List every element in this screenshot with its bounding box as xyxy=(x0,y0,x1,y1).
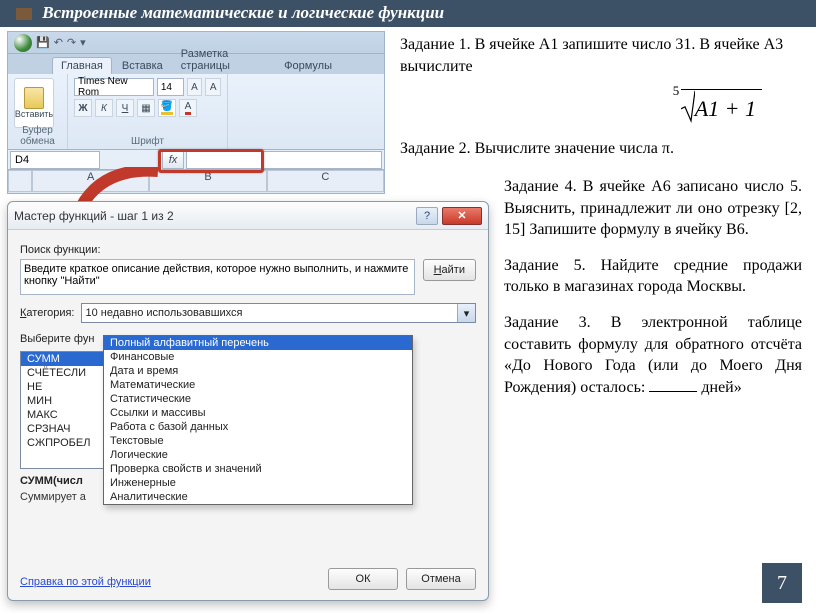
dropdown-option[interactable]: Ссылки и массивы xyxy=(104,406,412,420)
dropdown-option[interactable]: Математические xyxy=(104,378,412,392)
clipboard-caption: Буфер обмена xyxy=(8,125,67,147)
task-3b: дней» xyxy=(701,379,741,396)
help-icon[interactable]: ? xyxy=(416,207,438,225)
category-row: Категория: 10 недавно использовавшихся ▾ xyxy=(20,303,476,323)
category-label: Категория: xyxy=(20,307,75,319)
font-color-icon[interactable]: A xyxy=(179,99,197,117)
italic-icon[interactable]: К xyxy=(95,99,113,117)
dialog-title: Мастер функций - шаг 1 из 2 xyxy=(14,209,416,223)
fx-highlight-box xyxy=(158,149,264,173)
task-5: Задание 5. Найдите средние продажи тольк… xyxy=(504,255,802,298)
tab-page-layout[interactable]: Разметка страницы xyxy=(173,46,274,74)
tab-home[interactable]: Главная xyxy=(52,57,112,74)
col-a[interactable]: A xyxy=(32,170,149,192)
help-link[interactable]: Справка по этой функции xyxy=(20,576,151,588)
dropdown-option[interactable]: Логические xyxy=(104,448,412,462)
task-3: Задание 3. В электронной таблице состави… xyxy=(504,312,802,398)
task-1: Задание 1. В ячейке А1 запишите число 31… xyxy=(400,34,802,77)
dropdown-option[interactable]: Проверка свойств и значений xyxy=(104,462,412,476)
page-number: 7 xyxy=(762,563,802,603)
font-group: Times New Rom 14 A A Ж К Ч ▦ 🪣 A Шрифт xyxy=(68,74,228,149)
slide-title: Встроенные математические и логические ф… xyxy=(42,3,444,22)
office-orb-icon[interactable] xyxy=(14,34,32,52)
tasks-bottom: Задание 4. В ячейке А6 записано число 5.… xyxy=(504,176,802,412)
select-all-corner[interactable] xyxy=(8,170,32,192)
search-row: Найти xyxy=(20,259,476,295)
name-box[interactable]: D4 xyxy=(10,151,100,169)
math-formula: 5 A1 + 1 xyxy=(400,89,802,124)
undo-icon[interactable]: ↶ xyxy=(54,36,63,49)
paste-icon xyxy=(24,87,44,109)
title-decor xyxy=(16,8,32,20)
category-value: 10 недавно использовавшихся xyxy=(86,307,243,319)
fill-blank xyxy=(649,378,697,392)
search-label: Поиск функции: xyxy=(20,244,476,256)
task-2: Задание 2. Вычислите значение числа π. xyxy=(400,138,802,160)
chevron-down-icon[interactable]: ▾ xyxy=(457,304,475,322)
dropdown-option[interactable]: Финансовые xyxy=(104,350,412,364)
save-icon[interactable]: 💾 xyxy=(36,36,50,49)
border-icon[interactable]: ▦ xyxy=(137,99,155,117)
ribbon-tabs: Главная Вставка Разметка страницы Формул… xyxy=(8,54,384,74)
tasks-top: Задание 1. В ячейке А1 запишите число 31… xyxy=(400,34,802,171)
dropdown-option[interactable]: Статистические xyxy=(104,392,412,406)
cancel-button[interactable]: Отмена xyxy=(406,568,476,590)
bold-icon[interactable]: Ж xyxy=(74,99,92,117)
font-name-combo[interactable]: Times New Rom xyxy=(74,78,154,96)
tab-insert[interactable]: Вставка xyxy=(114,58,171,74)
shrink-font-icon[interactable]: A xyxy=(205,78,221,96)
dropdown-option[interactable]: Аналитические xyxy=(104,490,412,504)
excel-ribbon-screenshot: 💾 ↶ ↷ ▾ Главная Вставка Разметка страниц… xyxy=(7,31,385,194)
ok-button[interactable]: ОК xyxy=(328,568,398,590)
dialog-buttons: ОК Отмена xyxy=(328,568,476,590)
search-input[interactable] xyxy=(20,259,415,295)
dropdown-option[interactable]: Дата и время xyxy=(104,364,412,378)
dropdown-option[interactable]: Текстовые xyxy=(104,434,412,448)
category-dropdown[interactable]: Полный алфавитный перечень Финансовые Да… xyxy=(103,335,413,505)
task-4: Задание 4. В ячейке А6 записано число 5.… xyxy=(504,176,802,241)
grow-font-icon[interactable]: A xyxy=(187,78,203,96)
ribbon: Вставить Буфер обмена Times New Rom 14 A… xyxy=(8,74,384,150)
underline-icon[interactable]: Ч xyxy=(116,99,134,117)
slide-title-bar: Встроенные математические и логические ф… xyxy=(0,0,816,27)
category-combo[interactable]: 10 недавно использовавшихся ▾ xyxy=(81,303,477,323)
root-degree: 5 xyxy=(673,82,680,100)
qat-dropdown-icon[interactable]: ▾ xyxy=(80,36,86,49)
font-caption: Шрифт xyxy=(68,136,227,147)
col-b[interactable]: B xyxy=(149,170,266,192)
redo-icon[interactable]: ↷ xyxy=(67,36,76,49)
find-button[interactable]: Найти xyxy=(423,259,476,281)
paste-label: Вставить xyxy=(15,109,53,119)
font-size-combo[interactable]: 14 xyxy=(157,78,184,96)
col-c[interactable]: C xyxy=(267,170,384,192)
tab-formulas[interactable]: Формулы xyxy=(276,58,340,74)
function-wizard-dialog: Мастер функций - шаг 1 из 2 ? ✕ Поиск фу… xyxy=(7,201,489,601)
dialog-titlebar: Мастер функций - шаг 1 из 2 ? ✕ xyxy=(8,202,488,230)
fill-color-icon[interactable]: 🪣 xyxy=(158,99,176,117)
dropdown-option[interactable]: Инженерные xyxy=(104,476,412,490)
radical-icon xyxy=(681,89,695,123)
column-headers: A B C xyxy=(8,170,384,192)
dropdown-option[interactable]: Полный алфавитный перечень xyxy=(104,336,412,350)
clipboard-group: Вставить Буфер обмена xyxy=(8,74,68,149)
paste-button[interactable]: Вставить xyxy=(14,78,54,128)
radicand: A1 + 1 xyxy=(695,96,756,121)
close-icon[interactable]: ✕ xyxy=(442,207,482,225)
dropdown-option[interactable]: Работа с базой данных xyxy=(104,420,412,434)
